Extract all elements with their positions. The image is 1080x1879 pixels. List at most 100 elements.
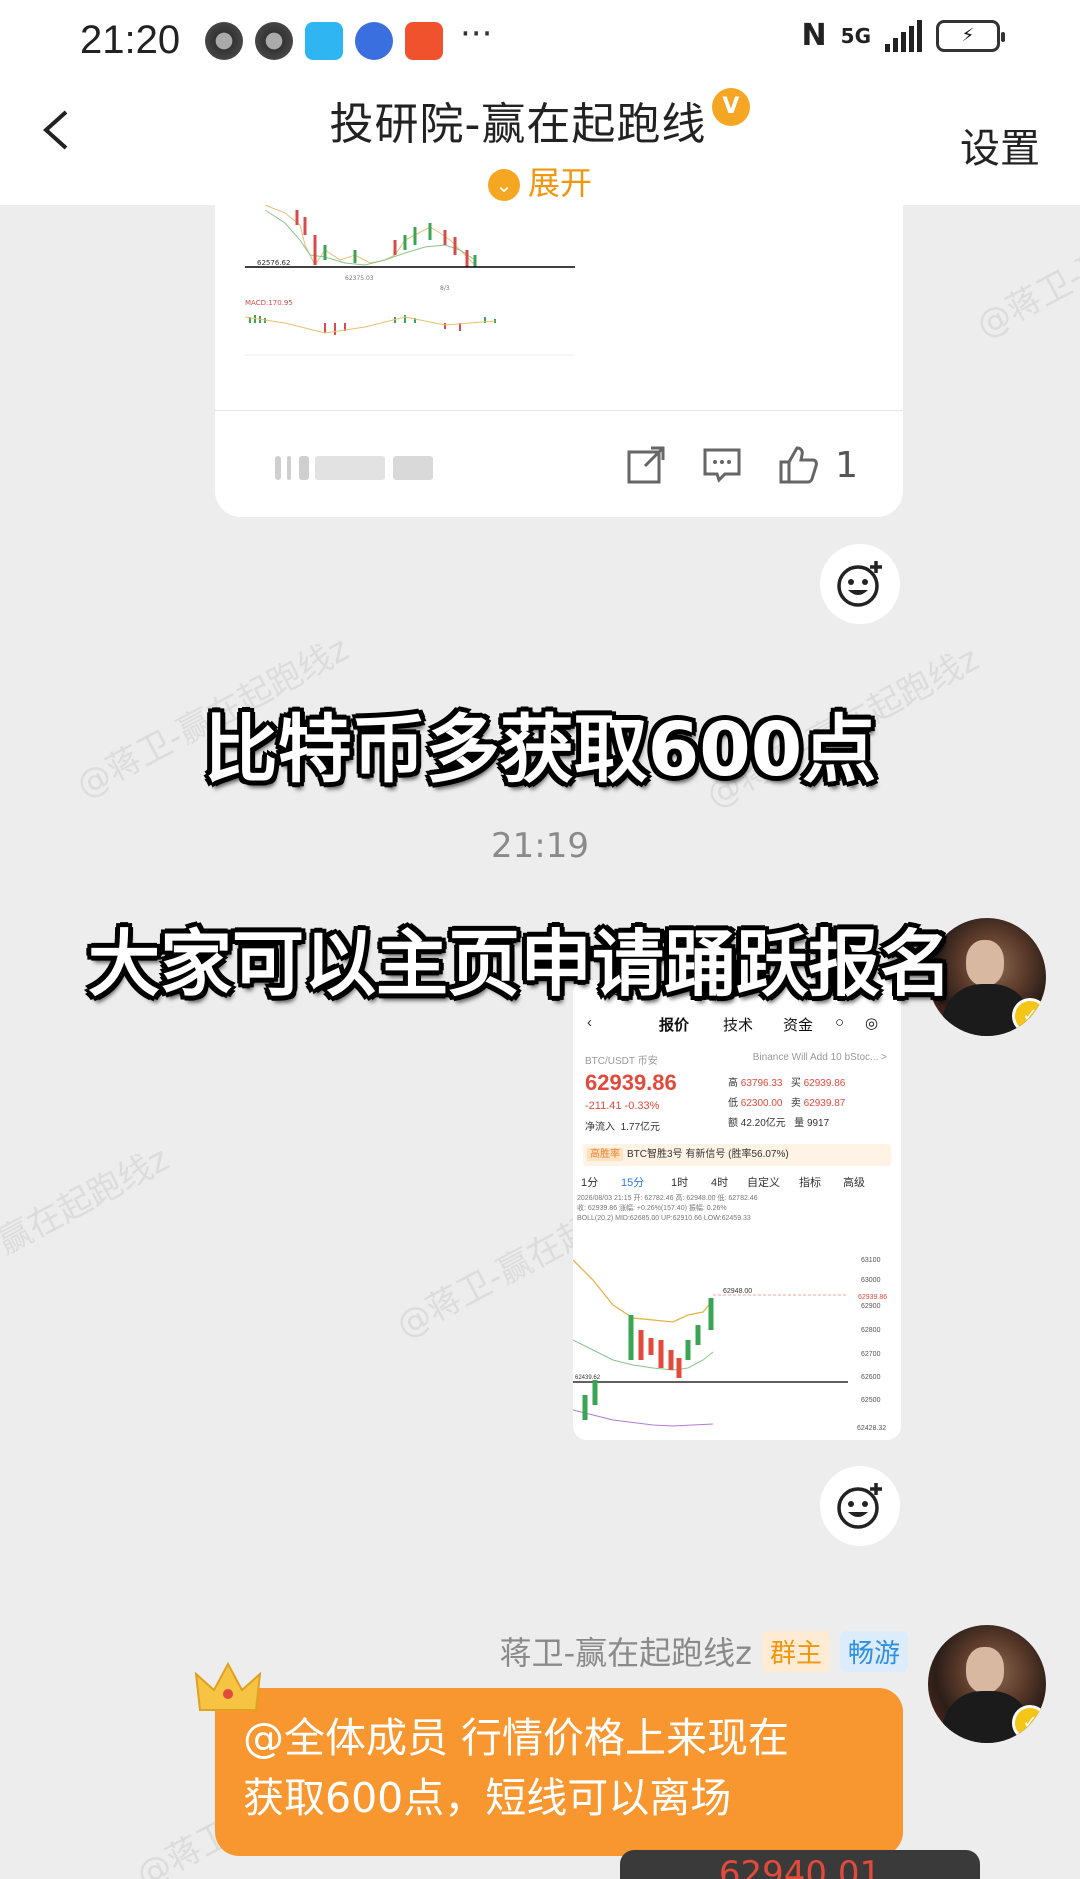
- chart-price-label: 62576.62: [257, 259, 290, 267]
- caption-line-1: 比特币多获取600点: [203, 707, 877, 793]
- candle-info-line: 2026/08/03 21:15 开: 62782.46 高: 62948.00…: [577, 1195, 758, 1202]
- floating-price-ticker: 62940.01: [620, 1850, 980, 1879]
- axis-tick: 62500: [861, 1397, 881, 1404]
- signal-icon: [885, 19, 922, 52]
- sender-name[interactable]: 蒋卫-赢在起跑线z: [500, 1628, 752, 1674]
- axis-tick: 62800: [861, 1327, 881, 1334]
- stat-value: 62300.00: [740, 1098, 783, 1109]
- high-marker: 62948.00: [723, 1288, 752, 1295]
- macd-label: MACD:170.95: [245, 299, 293, 307]
- book-app-icon: [305, 22, 343, 60]
- timeframe-tab: 高级: [843, 1177, 865, 1189]
- chart-low-label: 62375.03: [345, 275, 374, 282]
- expand-label: 展开: [527, 164, 592, 202]
- screenshot-signal: 高胜率 BTC智胜3号 有新信号 (胜率56.07%): [583, 1144, 891, 1166]
- timeframe-tab: 自定义: [747, 1177, 780, 1189]
- stat-label: 高: [728, 1078, 738, 1089]
- battery-icon: ⚡: [936, 19, 1005, 52]
- timeframe-tab: 1时: [671, 1177, 689, 1189]
- stat-value: 42.20亿元: [740, 1118, 786, 1129]
- blurred-author: [275, 450, 455, 486]
- owner-badge: 群主: [761, 1630, 830, 1672]
- more-notifications: ···: [460, 14, 493, 54]
- stat-label: 买: [790, 1078, 801, 1089]
- axis-current-price: 62939.86: [858, 1294, 887, 1301]
- member-badge: 畅游: [839, 1630, 908, 1672]
- screenshot-change: -211.41 -0.33%: [585, 1100, 660, 1112]
- app-notification-icon: [255, 22, 293, 60]
- axis-tick: 62900: [861, 1303, 881, 1310]
- emoji-add-icon: [837, 561, 882, 607]
- axis-tick: 63100: [861, 1257, 881, 1264]
- shared-screenshot-image[interactable]: 21:19 ‹ 报价 技术 资金 ○ ◎ BTC/USDT 币安 Binance…: [573, 980, 901, 1440]
- group-title-text: 投研院-赢在起跑线: [329, 99, 707, 150]
- card-actions: 1: [623, 442, 858, 488]
- chart-date-label: 8/3: [440, 285, 450, 292]
- network-type: 5G: [840, 23, 871, 48]
- stat-label: 卖: [790, 1098, 801, 1109]
- signal-text: BTC智胜3号 有新信号 (胜率56.07%): [627, 1149, 789, 1160]
- verified-icon: ✓: [1012, 1705, 1046, 1741]
- screenshot-tab-tech: 技术: [723, 1017, 754, 1034]
- screenshot-pair: BTC/USDT 币安: [585, 1056, 658, 1067]
- caption-line-2: 大家可以主页申请踊跃报名: [87, 922, 952, 1006]
- expand-button[interactable]: ⌄ 展开: [0, 158, 1080, 204]
- emoji-add-icon: [837, 1483, 882, 1529]
- announcement-bubble[interactable]: @全体成员 行情价格上来现在 获取600点，短线可以离场: [215, 1688, 903, 1856]
- candle-info-line: 收: 62939.86 涨幅: +0.26%(157.40) 振幅: 0.26%: [577, 1205, 727, 1212]
- screenshot-search-icon: ○: [835, 1014, 845, 1031]
- signal-tag: 高胜率: [587, 1148, 623, 1161]
- group-title: 投研院-赢在起跑线 V: [0, 88, 1080, 152]
- status-time: 21:20: [80, 18, 181, 62]
- verified-badge-icon: V: [712, 88, 751, 126]
- message-sender: 蒋卫-赢在起跑线z 群主 畅游: [500, 1628, 908, 1674]
- low-marker: 62439.62: [575, 1375, 601, 1381]
- timeframe-tab: 15分: [621, 1177, 645, 1189]
- screenshot-tab-quote: 报价: [659, 1017, 690, 1034]
- share-icon[interactable]: [623, 442, 669, 488]
- settings-button[interactable]: 设置: [960, 116, 1040, 174]
- stat-value: 62939.87: [803, 1098, 846, 1109]
- stat-label: 额: [728, 1118, 738, 1129]
- status-bar: 21:20 ··· N 5G ⚡: [0, 0, 1080, 80]
- card-divider: [215, 410, 903, 411]
- shared-chart-card[interactable]: 62576.62 62375.03 8/3 MACD:170.95 1: [215, 205, 903, 517]
- notification-icons: [205, 22, 443, 60]
- nfc-icon: N: [801, 18, 827, 53]
- add-reaction-button[interactable]: [820, 544, 900, 624]
- stat-label: 低: [728, 1098, 738, 1109]
- watermark: @蒋卫-赢在起跑线z: [0, 1139, 176, 1317]
- axis-tick: 63000: [861, 1277, 881, 1284]
- inflow-value: 1.77亿元: [620, 1122, 661, 1133]
- axis-tick: 62428.32: [857, 1425, 886, 1432]
- add-reaction-button[interactable]: [820, 1466, 900, 1546]
- timeframe-tab: 指标: [799, 1177, 821, 1189]
- stat-value: 9917: [806, 1118, 830, 1129]
- timeframe-tab: 4时: [711, 1177, 729, 1189]
- screenshot-price: 62939.86: [585, 1070, 677, 1095]
- crown-icon: [194, 1661, 262, 1711]
- inflow-label: 净流入: [585, 1122, 615, 1133]
- screenshot-candle-chart: 62948.00 62439.62 63100 63000 62939.86 6…: [573, 1257, 887, 1432]
- stat-label: 量: [794, 1118, 805, 1129]
- comment-icon[interactable]: [699, 442, 745, 488]
- announcement-line-2: 获取600点，短线可以离场: [243, 1774, 732, 1822]
- screenshot-inflow: 净流入 1.77亿元: [585, 1118, 660, 1133]
- screenshot-stats: 高 63796.33 买 62939.86 低 62300.00 卖 62939…: [728, 1074, 845, 1134]
- planet-app-icon: [355, 22, 393, 60]
- top-bar: 21:20 ··· N 5G ⚡ 投研院-赢在起跑线 V ⌄ 展开 设置: [0, 0, 1080, 205]
- message-timestamp: 21:19: [491, 826, 589, 866]
- mini-chart-image: 62576.62 62375.03 8/3 MACD:170.95: [245, 205, 575, 356]
- video-app-icon: [405, 22, 443, 60]
- screenshot-back-icon: ‹: [587, 1014, 592, 1031]
- app-notification-icon: [205, 22, 243, 60]
- axis-tick: 62700: [861, 1351, 881, 1358]
- sender-avatar[interactable]: ✓: [928, 1625, 1046, 1743]
- screenshot-tabs: ‹ 报价 技术 资金 ○ ◎: [573, 1014, 901, 1042]
- stat-value: 63796.33: [740, 1078, 783, 1089]
- screenshot-news: Binance Will Add 10 bStoc... >: [752, 1052, 887, 1063]
- screenshot-menu-icon: ◎: [865, 1015, 879, 1032]
- like-icon[interactable]: [775, 442, 821, 488]
- stat-value: 62939.86: [803, 1078, 846, 1089]
- announcement-line-1: @全体成员 行情价格上来现在: [243, 1714, 790, 1762]
